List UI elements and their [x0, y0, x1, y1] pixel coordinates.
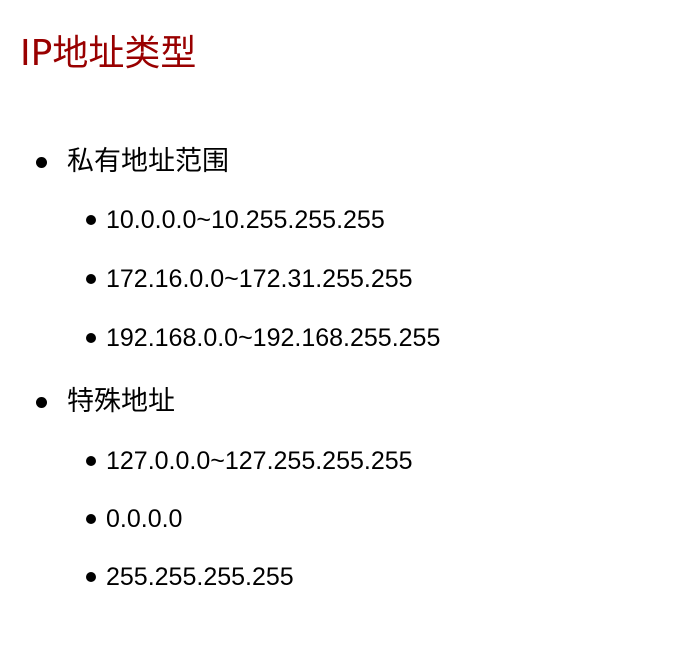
slide-title: IP地址类型 [20, 33, 197, 74]
bullet-heading: 私有地址范围 [67, 146, 229, 177]
sub-bullet-text: 172.16.0.0~172.31.255.255 [106, 265, 413, 293]
sub-bullet-text: 255.255.255.255 [106, 563, 294, 591]
bullet-dot-icon [86, 333, 96, 343]
slide: IP地址类型 私有地址范围 10.0.0.0~10.255.255.255 17… [0, 0, 686, 650]
bullet-private-address-range: 私有地址范围 [36, 144, 229, 180]
bullet-dot-icon [86, 215, 96, 225]
sub-bullet-item: 10.0.0.0~10.255.255.255 [86, 204, 385, 236]
bullet-dot-icon [86, 514, 96, 524]
bullet-dot-icon [86, 274, 96, 284]
bullet-dot-icon [36, 396, 47, 408]
sub-bullet-text: 127.0.0.0~127.255.255.255 [106, 447, 413, 475]
bullet-dot-icon [86, 456, 96, 466]
sub-bullet-item: 192.168.0.0~192.168.255.255 [86, 322, 440, 354]
sub-bullet-item: 172.16.0.0~172.31.255.255 [86, 263, 413, 295]
sub-bullet-item: 255.255.255.255 [86, 561, 294, 593]
bullet-heading: 特殊地址 [67, 386, 175, 417]
sub-bullet-text: 0.0.0.0 [106, 505, 183, 533]
sub-bullet-text: 10.0.0.0~10.255.255.255 [106, 206, 385, 234]
sub-bullet-item: 0.0.0.0 [86, 503, 182, 535]
bullet-dot-icon [36, 156, 47, 168]
sub-bullet-item: 127.0.0.0~127.255.255.255 [86, 445, 413, 477]
bullet-special-addresses: 特殊地址 [36, 384, 175, 420]
sub-bullet-text: 192.168.0.0~192.168.255.255 [106, 324, 441, 352]
bullet-dot-icon [86, 572, 96, 582]
